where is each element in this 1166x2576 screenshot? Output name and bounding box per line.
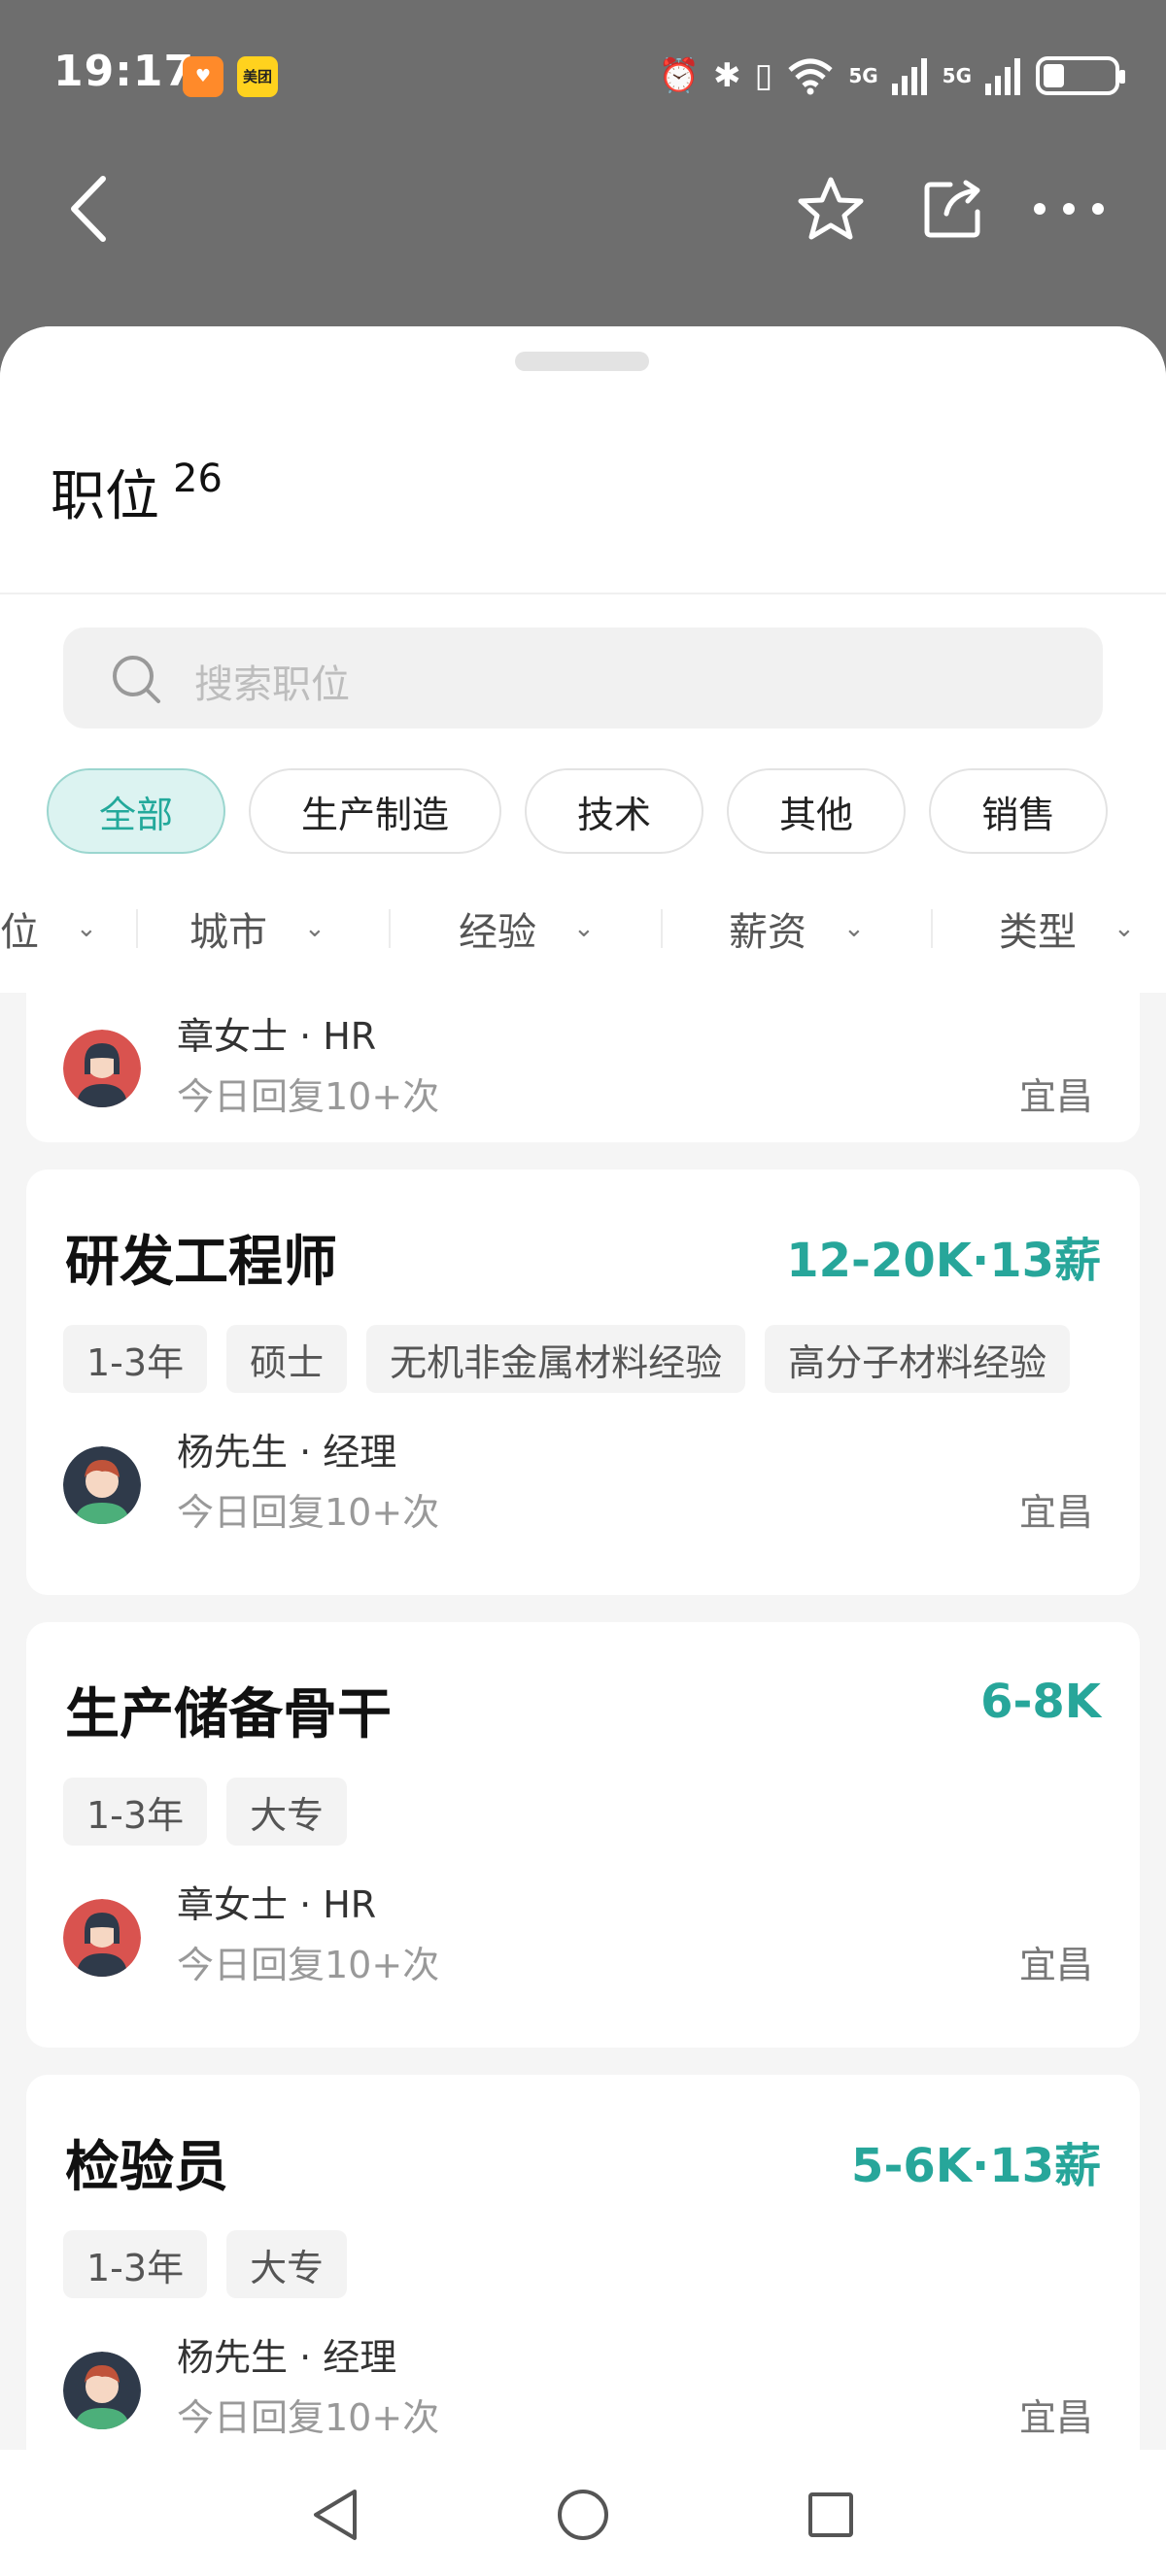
search-icon	[113, 656, 160, 703]
bluetooth-icon: ✱	[713, 56, 741, 95]
nav-home-icon[interactable]	[549, 2481, 617, 2549]
job-count: 26	[173, 457, 223, 501]
chevron-down-icon: ⌄	[76, 914, 97, 943]
signal-icon	[891, 58, 927, 95]
page-title: 职位 26	[51, 453, 223, 531]
chip-sales[interactable]: 销售	[929, 768, 1109, 854]
filter-position[interactable]: 位 ⌄	[0, 890, 97, 967]
system-nav-bar	[0, 2450, 1166, 2576]
tag-skill: 高分子材料经验	[765, 1325, 1071, 1393]
filter-type[interactable]: 类型 ⌄	[999, 890, 1135, 967]
drag-handle[interactable]	[515, 352, 649, 371]
recruiter-name: 章女士 · HR	[177, 1015, 377, 1058]
alarm-icon: ⏰	[658, 56, 701, 95]
job-city: 宜昌	[1018, 2396, 1093, 2439]
chip-tech[interactable]: 技术	[525, 768, 704, 854]
jobs-sheet: 职位 26 搜索职位 全部 生产制造 技术 其他 销售 位 ⌄ 城市 ⌄ 经验 ⌄ 薪资…	[0, 326, 1166, 2450]
filter-city[interactable]: 城市 ⌄	[189, 890, 326, 967]
avatar-male	[63, 1446, 141, 1524]
filter-separator	[136, 909, 138, 948]
filter-label: 城市	[189, 910, 267, 955]
filter-separator	[661, 909, 663, 948]
vibrate-icon: ▯	[754, 56, 773, 95]
avatar-female	[63, 1899, 141, 1977]
tag-education: 硕士	[226, 1325, 348, 1393]
status-time: 19:17	[53, 47, 195, 96]
job-card[interactable]: 研发工程师 12-20K·13薪 1-3年 硕士 无机非金属材料经验 高分子材料…	[26, 1169, 1140, 1595]
more-icon[interactable]	[1025, 165, 1113, 253]
status-bar: 19:17 ♥ 美团 ⏰ ✱ ▯ 5G 5G	[0, 41, 1166, 109]
filter-label: 位	[0, 910, 39, 955]
divider	[0, 593, 1166, 594]
chevron-down-icon: ⌄	[843, 914, 865, 943]
chip-manufacturing[interactable]: 生产制造	[249, 768, 502, 854]
tag-experience: 1-3年	[63, 1778, 208, 1846]
job-tags: 1-3年 硕士 无机非金属材料经验 高分子材料经验	[63, 1325, 1071, 1393]
recruiter-name: 章女士 · HR	[177, 1883, 377, 1926]
tag-education: 大专	[226, 2230, 348, 2298]
filter-label: 薪资	[729, 910, 806, 955]
filter-label: 类型	[999, 910, 1077, 955]
job-salary: 6-8K	[980, 1675, 1101, 1729]
network-type-1: 5G	[848, 64, 878, 87]
filter-separator	[389, 909, 391, 948]
job-tags: 1-3年 大专	[63, 1778, 348, 1846]
filter-experience[interactable]: 经验 ⌄	[459, 890, 595, 967]
avatar-female	[63, 1030, 141, 1107]
share-icon[interactable]	[909, 165, 997, 253]
reply-rate: 今日回复10+次	[177, 2396, 440, 2439]
network-type-2: 5G	[942, 64, 972, 87]
reply-rate: 今日回复10+次	[177, 1491, 440, 1534]
filter-label: 经验	[459, 910, 536, 955]
star-icon[interactable]	[787, 165, 874, 253]
job-tags: 1-3年 大专	[63, 2230, 348, 2298]
job-card[interactable]: 生产储备骨干 6-8K 1-3年 大专 章女士 · HR 今日回复10+次 宜昌	[26, 1622, 1140, 2048]
job-city: 宜昌	[1018, 1944, 1093, 1986]
sheet-header: 职位 26 搜索职位 全部 生产制造 技术 其他 销售 位 ⌄ 城市 ⌄ 经验 ⌄ 薪资…	[0, 326, 1166, 993]
status-icons: ⏰ ✱ ▯ 5G 5G	[658, 49, 1125, 103]
chip-all[interactable]: 全部	[47, 768, 226, 854]
signal-icon	[985, 58, 1020, 95]
recruiter-name: 杨先生 · 经理	[177, 2336, 397, 2379]
chevron-down-icon: ⌄	[304, 914, 326, 943]
reply-rate: 今日回复10+次	[177, 1944, 440, 1986]
chevron-down-icon: ⌄	[573, 914, 595, 943]
chevron-down-icon: ⌄	[1114, 914, 1135, 943]
wifi-icon	[788, 58, 833, 95]
battery-icon	[1036, 56, 1125, 95]
tag-experience: 1-3年	[63, 1325, 208, 1393]
job-title: 检验员	[65, 2136, 228, 2199]
job-card[interactable]: 检验员 5-6K·13薪 1-3年 大专 杨先生 · 经理 今日回复10+次 宜…	[26, 2075, 1140, 2450]
search-placeholder: 搜索职位	[194, 662, 350, 707]
job-title: 研发工程师	[65, 1231, 337, 1294]
job-city: 宜昌	[1018, 1491, 1093, 1534]
filter-salary[interactable]: 薪资 ⌄	[729, 890, 865, 967]
top-area: 19:17 ♥ 美团 ⏰ ✱ ▯ 5G 5G	[0, 0, 1166, 335]
job-city: 宜昌	[1018, 1075, 1093, 1118]
meituan-app-icon: 美团	[237, 56, 278, 97]
job-salary: 5-6K·13薪	[851, 2139, 1101, 2193]
avatar-male	[63, 2352, 141, 2429]
job-title: 生产储备骨干	[65, 1683, 392, 1746]
notification-app-icon: ♥	[183, 56, 223, 97]
chip-other[interactable]: 其他	[727, 768, 907, 854]
back-icon[interactable]	[44, 165, 131, 253]
filter-bar: 位 ⌄ 城市 ⌄ 经验 ⌄ 薪资 ⌄ 类型 ⌄	[0, 890, 1166, 967]
tag-skill: 无机非金属材料经验	[366, 1325, 746, 1393]
nav-recents-icon[interactable]	[797, 2481, 865, 2549]
reply-rate: 今日回复10+次	[177, 1075, 440, 1118]
filter-separator	[931, 909, 933, 948]
job-salary: 12-20K·13薪	[786, 1234, 1101, 1288]
title-text: 职位	[51, 465, 159, 528]
recruiter-name: 杨先生 · 经理	[177, 1431, 397, 1474]
tag-education: 大专	[226, 1778, 348, 1846]
category-chips: 全部 生产制造 技术 其他 销售	[47, 768, 1109, 854]
search-input[interactable]: 搜索职位	[63, 627, 1103, 729]
navigation-row	[0, 165, 1166, 262]
tag-experience: 1-3年	[63, 2230, 208, 2298]
nav-back-icon[interactable]	[301, 2481, 369, 2549]
